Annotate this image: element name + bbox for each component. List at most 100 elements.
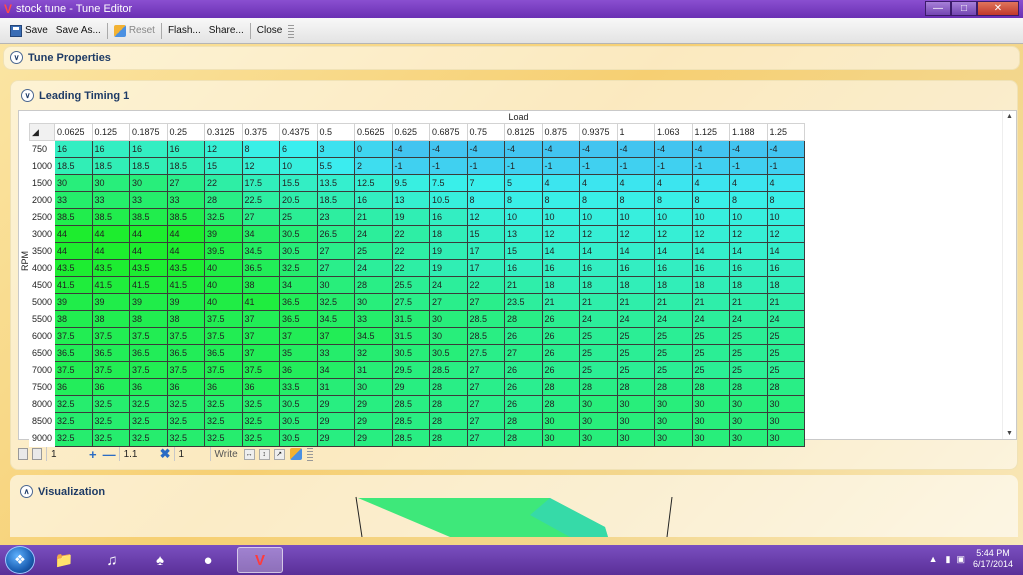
- table-cell[interactable]: 33: [354, 310, 393, 328]
- itunes-icon[interactable]: ♫: [93, 547, 131, 573]
- table-cell[interactable]: 27: [466, 361, 506, 379]
- table-cell[interactable]: 25.5: [391, 276, 431, 294]
- table-cell[interactable]: 12.5: [354, 174, 393, 192]
- table-cell[interactable]: 25: [616, 361, 656, 379]
- table-cell[interactable]: 43.5: [54, 259, 93, 277]
- table-cell[interactable]: 32.5: [166, 395, 206, 413]
- maximize-button[interactable]: □: [951, 1, 977, 16]
- table-cell[interactable]: 28.5: [466, 327, 506, 345]
- table-cell[interactable]: 36.5: [279, 293, 318, 311]
- rpm-row-header[interactable]: 7500: [28, 378, 56, 396]
- table-cell[interactable]: 8: [541, 191, 581, 209]
- table-cell[interactable]: 30: [654, 412, 693, 430]
- flash-button[interactable]: Flash...: [164, 25, 205, 36]
- table-cell[interactable]: 25: [654, 327, 693, 345]
- table-cell[interactable]: 10: [691, 208, 731, 226]
- table-cell[interactable]: 16: [654, 259, 693, 277]
- table-cell[interactable]: 34.5: [354, 327, 393, 345]
- table-cell[interactable]: 16: [766, 259, 806, 277]
- close-button[interactable]: Close: [253, 25, 287, 36]
- table-cell[interactable]: 12: [654, 225, 693, 243]
- table-cell[interactable]: 30: [429, 327, 468, 345]
- rpm-row-header[interactable]: 3000: [28, 225, 56, 243]
- table-cell[interactable]: 16: [729, 259, 768, 277]
- table-cell[interactable]: 15.5: [279, 174, 318, 192]
- table-cell[interactable]: 28.5: [391, 429, 431, 447]
- table-cell[interactable]: 25: [579, 327, 618, 345]
- table-cell[interactable]: 39: [204, 225, 243, 243]
- load-column-header[interactable]: 0.875: [541, 123, 581, 141]
- table-cell[interactable]: -1: [691, 157, 731, 175]
- table-cell[interactable]: 28: [616, 378, 656, 396]
- table-cell[interactable]: 8: [766, 191, 806, 209]
- table-cell[interactable]: 28: [691, 378, 731, 396]
- table-cell[interactable]: 14: [766, 242, 806, 260]
- table-cell[interactable]: -1: [729, 157, 768, 175]
- table-cell[interactable]: 30: [766, 395, 806, 413]
- multiply-icon[interactable]: ✖: [160, 446, 171, 462]
- table-cell[interactable]: 27: [166, 174, 206, 192]
- table-cell[interactable]: 10: [766, 208, 806, 226]
- table-cell[interactable]: 34: [316, 361, 356, 379]
- table-cell[interactable]: 30.5: [279, 242, 318, 260]
- table-cell[interactable]: 16: [691, 259, 731, 277]
- leading-timing-header[interactable]: ∨ Leading Timing 1: [11, 81, 1017, 110]
- close-window-button[interactable]: ✕: [977, 1, 1019, 16]
- table-cell[interactable]: 8: [729, 191, 768, 209]
- table-cell[interactable]: 16: [616, 259, 656, 277]
- table-cell[interactable]: 25: [766, 344, 806, 362]
- table-cell[interactable]: 30: [129, 174, 168, 192]
- table-cell[interactable]: 44: [54, 242, 93, 260]
- table-cell[interactable]: 37.5: [129, 327, 168, 345]
- load-column-header[interactable]: 0.3125: [204, 123, 243, 141]
- table-cell[interactable]: 9.5: [391, 174, 431, 192]
- table-cell[interactable]: 8: [504, 191, 543, 209]
- table-cell[interactable]: 27: [466, 412, 506, 430]
- table-cell[interactable]: 0: [354, 140, 393, 158]
- table-cell[interactable]: 37: [279, 327, 318, 345]
- table-cell[interactable]: 39: [166, 293, 206, 311]
- table-cell[interactable]: 7.5: [429, 174, 468, 192]
- table-cell[interactable]: 14: [654, 242, 693, 260]
- rpm-row-header[interactable]: 5000: [28, 293, 56, 311]
- load-column-header[interactable]: 0.6875: [429, 123, 468, 141]
- table-cell[interactable]: 43.5: [166, 259, 206, 277]
- table-cell[interactable]: 27: [241, 208, 281, 226]
- table-cell[interactable]: 25: [766, 361, 806, 379]
- table-cell[interactable]: 28: [504, 429, 543, 447]
- table-cell[interactable]: 14: [691, 242, 731, 260]
- table-cell[interactable]: 44: [54, 225, 93, 243]
- table-cell[interactable]: 28.5: [391, 412, 431, 430]
- table-cell[interactable]: 5.5: [316, 157, 356, 175]
- table-cell[interactable]: -1: [616, 157, 656, 175]
- rpm-row-header[interactable]: 750: [28, 140, 56, 158]
- table-cell[interactable]: 25: [654, 344, 693, 362]
- table-cell[interactable]: 25: [729, 327, 768, 345]
- table-cell[interactable]: 30.5: [279, 395, 318, 413]
- table-cell[interactable]: 18.5: [91, 157, 131, 175]
- rpm-row-header[interactable]: 2000: [28, 191, 56, 209]
- table-cell[interactable]: 12: [204, 140, 243, 158]
- table-cell[interactable]: 27: [466, 395, 506, 413]
- table-cell[interactable]: 37.5: [204, 361, 243, 379]
- table-cell[interactable]: 28: [541, 378, 581, 396]
- share-button[interactable]: Share...: [205, 25, 248, 36]
- load-column-header[interactable]: 1: [616, 123, 656, 141]
- table-cell[interactable]: 38: [166, 310, 206, 328]
- table-cell[interactable]: 17: [466, 242, 506, 260]
- table-cell[interactable]: 37.5: [91, 327, 131, 345]
- table-cell[interactable]: 39: [91, 293, 131, 311]
- table-cell[interactable]: 30: [766, 412, 806, 430]
- table-cell[interactable]: 41.5: [54, 276, 93, 294]
- table-cell[interactable]: 39.5: [204, 242, 243, 260]
- table-cell[interactable]: 18.5: [316, 191, 356, 209]
- table-cell[interactable]: 5: [504, 174, 543, 192]
- table-cell[interactable]: 20.5: [279, 191, 318, 209]
- table-cell[interactable]: 18: [729, 276, 768, 294]
- table-cell[interactable]: 12: [691, 225, 731, 243]
- table-cell[interactable]: 21: [504, 276, 543, 294]
- table-cell[interactable]: 28.5: [466, 310, 506, 328]
- table-cell[interactable]: 27.5: [391, 293, 431, 311]
- table-cell[interactable]: 28: [766, 378, 806, 396]
- table-cell[interactable]: 18.5: [129, 157, 168, 175]
